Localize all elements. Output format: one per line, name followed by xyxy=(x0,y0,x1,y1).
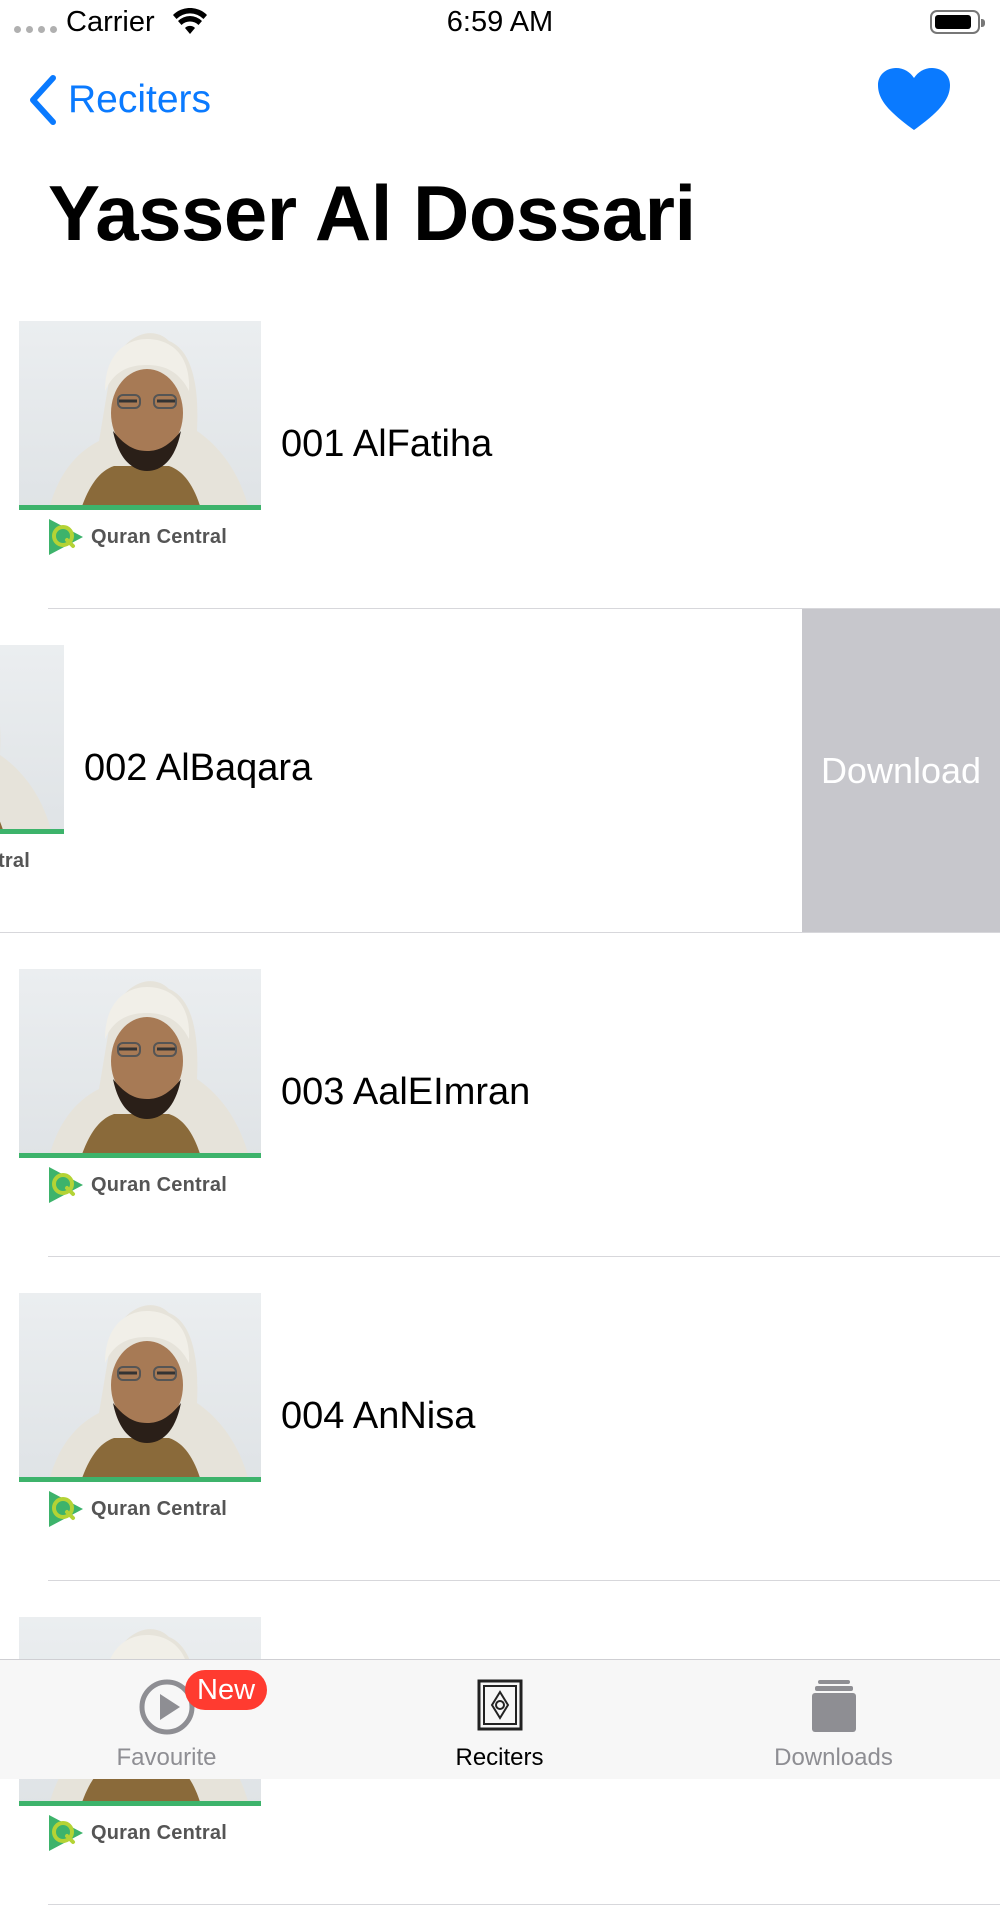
quran-central-logo: Quran Central xyxy=(45,1165,227,1205)
quran-central-logo-icon xyxy=(49,1491,83,1527)
reciter-thumbnail: Quran Central xyxy=(19,1293,261,1531)
tab-label-favourite: Favourite xyxy=(116,1744,217,1771)
photo-accent-stripe xyxy=(19,1477,261,1482)
quran-book-icon xyxy=(477,1679,522,1731)
reciter-photo xyxy=(19,1293,261,1481)
reciter-photo xyxy=(0,645,64,833)
list-item-content: Quran Central 001 AlFatiha xyxy=(0,285,1000,609)
list-item[interactable]: Quran Central 001 AlFatiha xyxy=(0,285,1000,609)
reciter-portrait xyxy=(49,1305,249,1481)
tab-reciters[interactable]: Reciters xyxy=(333,1660,666,1779)
list-item-content: Quran Central 003 AalEImran xyxy=(0,933,1000,1257)
list-item-content: Quran Central 002 AlBaqara xyxy=(0,609,803,933)
heart-icon xyxy=(878,68,950,130)
chevron-left-icon xyxy=(30,75,56,125)
logo-text: Quran Central xyxy=(0,849,30,872)
reciter-photo xyxy=(19,969,261,1157)
stack-icon xyxy=(811,1680,856,1732)
logo-text: Quran Central xyxy=(91,1821,227,1844)
back-button-label: Reciters xyxy=(68,78,212,121)
clock-time: 6:59 AM xyxy=(446,6,554,38)
status-bar: Carrier 6:59 AM xyxy=(0,0,1000,50)
quran-central-logo: Quran Central xyxy=(45,517,227,557)
photo-accent-stripe xyxy=(0,829,64,834)
tab-downloads[interactable]: Downloads xyxy=(667,1660,1000,1779)
reciter-portrait xyxy=(49,333,249,509)
logo-text: Quran Central xyxy=(91,1497,227,1520)
quran-central-logo: Quran Central xyxy=(0,841,30,881)
list-item-title: 002 AlBaqara xyxy=(84,747,313,789)
download-button[interactable]: Download xyxy=(802,609,1000,933)
page-title: Yasser Al Dossari xyxy=(48,169,696,257)
photo-accent-stripe xyxy=(19,505,261,510)
photo-accent-stripe xyxy=(19,1801,261,1806)
list-item[interactable]: Quran Central 004 AnNisa xyxy=(0,1257,1000,1581)
favourite-button[interactable] xyxy=(876,66,952,139)
list-item-content: Quran Central 004 AnNisa xyxy=(0,1257,1000,1581)
tab-label-reciters: Reciters xyxy=(455,1744,544,1771)
reciter-photo xyxy=(19,321,261,509)
quran-central-logo: Quran Central xyxy=(45,1813,227,1853)
list-item-title: 001 AlFatiha xyxy=(281,423,493,465)
list-item-title: 003 AalEImran xyxy=(281,1071,531,1113)
reciter-portrait xyxy=(0,726,52,833)
tab-favourite[interactable]: New Favourite xyxy=(0,1660,333,1779)
new-badge: New xyxy=(185,1670,268,1710)
reciter-thumbnail: Quran Central xyxy=(19,321,261,559)
battery-icon xyxy=(930,10,985,34)
quran-central-logo: Quran Central xyxy=(45,1489,227,1529)
tab-bar: New Favourite Reciters Downloads xyxy=(0,1659,1000,1779)
reciter-thumbnail: Quran Central xyxy=(0,645,64,883)
back-button[interactable]: Reciters xyxy=(28,74,211,126)
reciter-thumbnail: Quran Central xyxy=(19,969,261,1207)
photo-accent-stripe xyxy=(19,1153,261,1158)
reciter-portrait xyxy=(49,981,249,1157)
logo-text: Quran Central xyxy=(91,1173,227,1196)
tab-label-downloads: Downloads xyxy=(774,1744,893,1771)
quran-central-logo-icon xyxy=(49,1167,83,1203)
quran-central-logo-icon xyxy=(49,519,83,555)
list-item-title: 004 AnNisa xyxy=(281,1395,476,1437)
quran-central-logo-icon xyxy=(49,1815,83,1851)
logo-text: Quran Central xyxy=(91,525,227,548)
list-item[interactable]: Quran Central 003 AalEImran xyxy=(0,933,1000,1257)
list-item[interactable]: Quran Central 002 AlBaqara Download xyxy=(0,609,1000,933)
